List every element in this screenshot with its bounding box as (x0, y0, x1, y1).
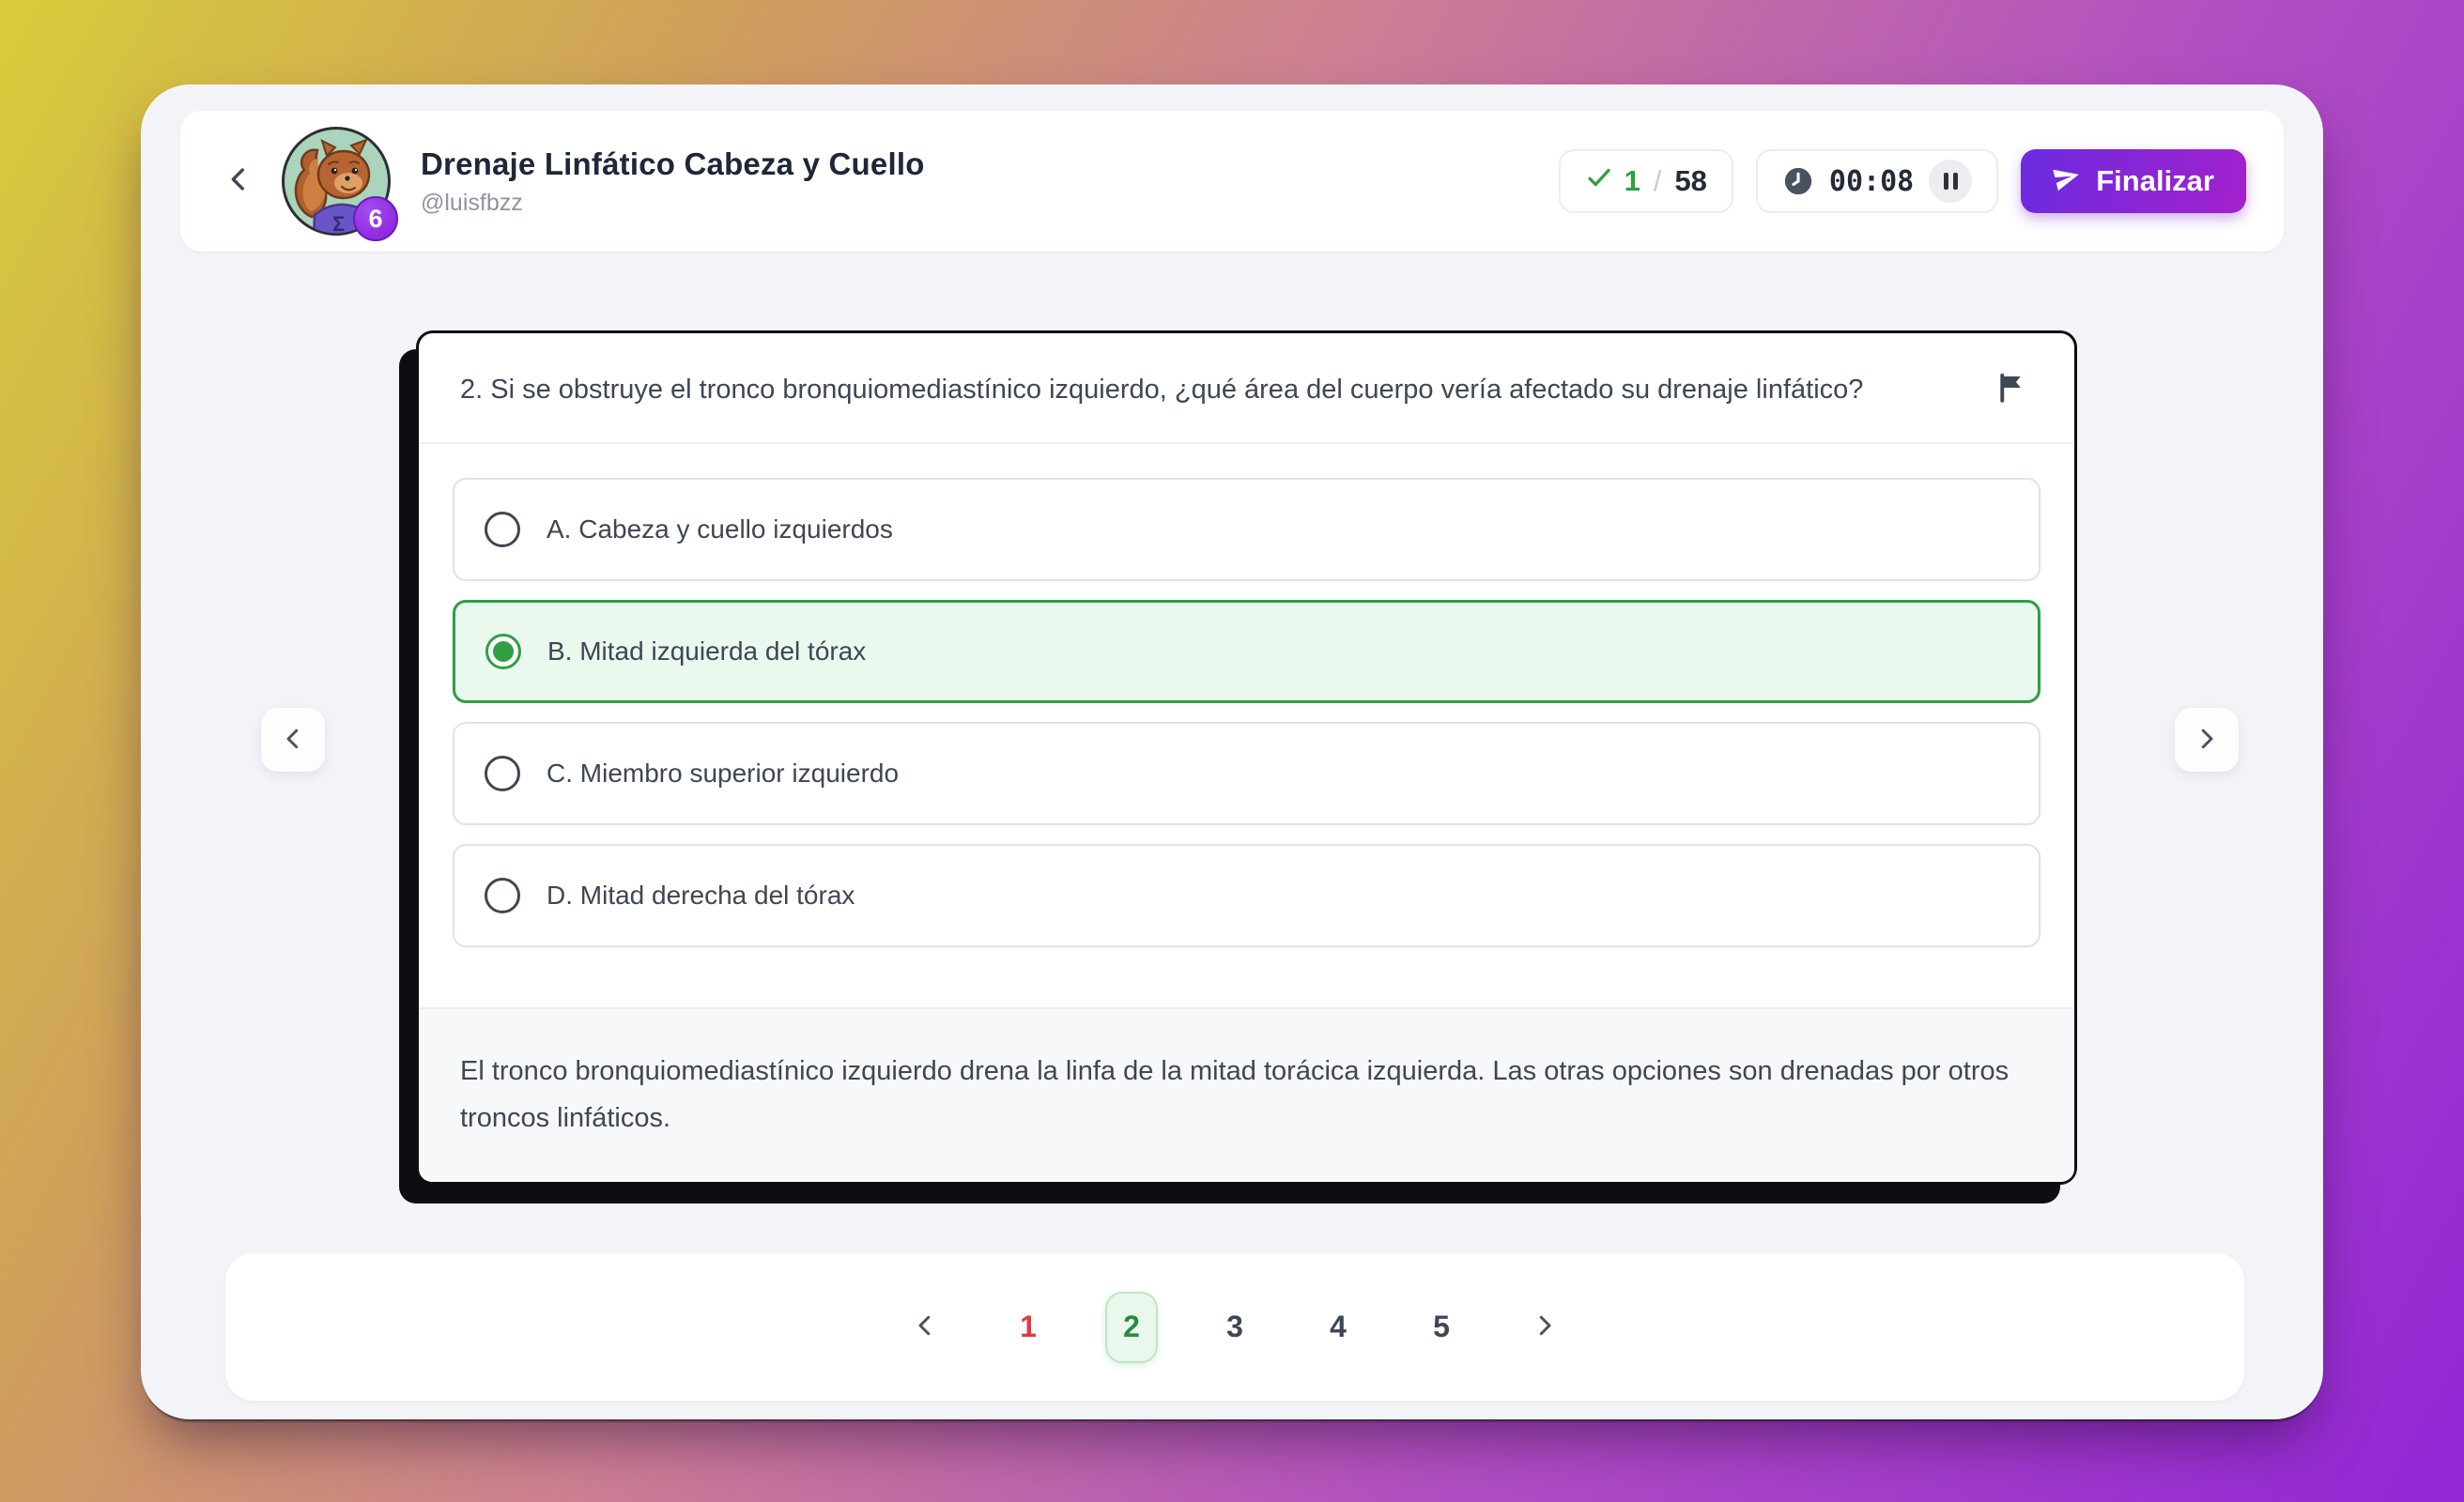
question-text: 2. Si se obstruye el tronco bronquiomedi… (460, 367, 1990, 414)
send-icon (2053, 163, 2081, 199)
radio-icon (485, 756, 520, 791)
answer-option-b[interactable]: B. Mitad izquierda del tórax (453, 600, 2040, 703)
radio-icon (485, 878, 520, 913)
question-header: 2. Si se obstruye el tronco bronquiomedi… (419, 333, 2074, 444)
option-label: D. Mitad derecha del tórax (547, 881, 855, 911)
question-card: 2. Si se obstruye el tronco bronquiomedi… (416, 330, 2077, 1185)
timer-badge: 00:08 (1756, 149, 1998, 213)
pagination: 12345 (225, 1253, 2244, 1401)
option-label: C. Miembro superior izquierdo (547, 759, 899, 789)
finish-button-label: Finalizar (2096, 164, 2214, 198)
chevron-left-icon (223, 163, 254, 200)
app-window: Σ 6 Drenaje Linfático Cabeza y Cuello @l… (141, 84, 2323, 1419)
radio-selected-icon (485, 634, 521, 669)
timer-value: 00:08 (1829, 165, 1914, 198)
options-list: A. Cabeza y cuello izquierdos B. Mitad iz… (419, 444, 2074, 981)
svg-text:Σ: Σ (332, 212, 345, 236)
level-badge: 6 (353, 196, 398, 241)
back-button[interactable] (218, 153, 259, 209)
next-question-button[interactable] (2175, 708, 2239, 772)
pause-icon (1944, 173, 1958, 190)
page-button-2[interactable]: 2 (1105, 1292, 1158, 1363)
avatar: Σ 6 (280, 125, 393, 238)
progress-current: 1 (1625, 164, 1640, 198)
page-button-5[interactable]: 5 (1415, 1292, 1468, 1363)
answer-option-a[interactable]: A. Cabeza y cuello izquierdos (453, 478, 2040, 581)
answer-option-d[interactable]: D. Mitad derecha del tórax (453, 844, 2040, 947)
quiz-title: Drenaje Linfático Cabeza y Cuello (421, 146, 925, 182)
option-label: B. Mitad izquierda del tórax (547, 636, 866, 667)
option-label: A. Cabeza y cuello izquierdos (547, 514, 893, 544)
quiz-author: @luisfbzz (421, 190, 925, 217)
radio-icon (485, 512, 520, 547)
chevron-left-icon (911, 1311, 939, 1342)
title-block: Drenaje Linfático Cabeza y Cuello @luisf… (421, 146, 925, 217)
header: Σ 6 Drenaje Linfático Cabeza y Cuello @l… (180, 111, 2284, 252)
answer-option-c[interactable]: C. Miembro superior izquierdo (453, 722, 2040, 825)
chevron-right-icon (2193, 725, 2221, 756)
progress-total: 58 (1674, 164, 1706, 198)
pause-button[interactable] (1929, 160, 1972, 203)
flag-button[interactable] (1990, 367, 2033, 410)
next-page-button[interactable] (1518, 1301, 1571, 1354)
chevron-right-icon (1531, 1311, 1559, 1342)
explanation-text: El tronco bronquiomediastínico izquierdo… (419, 1007, 2074, 1182)
progress-separator: / (1652, 164, 1664, 198)
page-button-4[interactable]: 4 (1312, 1292, 1364, 1363)
page-button-1[interactable]: 1 (1002, 1292, 1055, 1363)
finish-button[interactable]: Finalizar (2021, 149, 2246, 213)
chevron-left-icon (279, 725, 307, 756)
header-actions: 1 / 58 00:08 Finalizar (1559, 149, 2246, 213)
prev-page-button[interactable] (899, 1301, 951, 1354)
flag-icon (1994, 393, 2028, 407)
clock-icon (1782, 165, 1814, 197)
page-buttons: 12345 (1002, 1292, 1468, 1363)
page-button-3[interactable]: 3 (1209, 1292, 1261, 1363)
progress-badge: 1 / 58 (1559, 149, 1733, 213)
prev-question-button[interactable] (261, 708, 325, 772)
check-icon (1585, 163, 1613, 199)
